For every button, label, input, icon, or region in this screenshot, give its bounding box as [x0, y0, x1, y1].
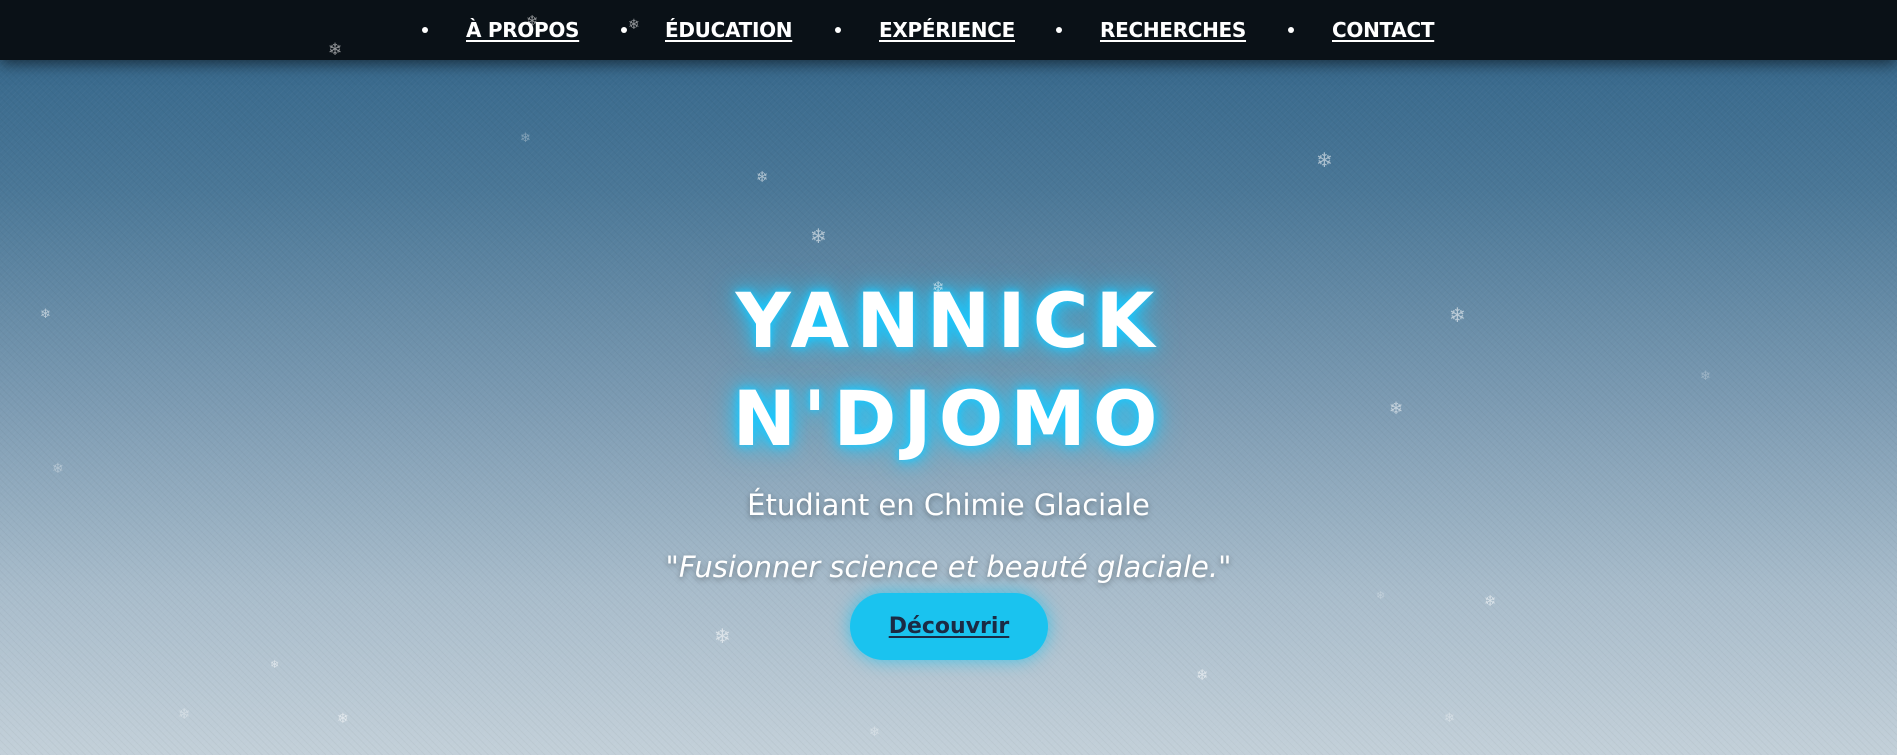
snowflake-icon: ❄: [1316, 148, 1333, 172]
snowflake-icon: ❄: [810, 224, 827, 248]
nav-bullet: [1056, 27, 1062, 33]
snowflake-icon: ❄: [1700, 369, 1711, 384]
snowflake-icon: ❄: [756, 168, 769, 186]
page: À PROPOS ÉDUCATION EXPÉRIENCE RECHERCHES…: [0, 0, 1897, 755]
hero-name-line2: N'DJOMO: [732, 374, 1165, 463]
snowflake-icon: ❄: [1196, 666, 1209, 684]
snowflake-icon: ❄: [1484, 592, 1497, 610]
hero-name: YANNICK N'DJOMO: [0, 272, 1897, 468]
nav-bullet: [422, 27, 428, 33]
nav-bullet: [621, 27, 627, 33]
snowflake-icon: ❄: [714, 624, 731, 648]
discover-button[interactable]: Découvrir: [850, 593, 1048, 660]
nav-link-a-propos[interactable]: À PROPOS: [466, 18, 579, 42]
snowflake-icon: ❄: [40, 307, 51, 322]
snowflake-icon: ❄: [178, 705, 191, 723]
nav-link-education[interactable]: ÉDUCATION: [665, 18, 793, 42]
hero-quote: "Fusionner science et beauté glaciale.": [665, 550, 1232, 584]
nav-link-experience[interactable]: EXPÉRIENCE: [879, 18, 1015, 42]
top-navbar: À PROPOS ÉDUCATION EXPÉRIENCE RECHERCHES…: [0, 0, 1897, 60]
snowflake-icon: ❄: [1449, 303, 1466, 327]
snowflake-icon: ❄: [869, 725, 880, 740]
hero-subtitle: Étudiant en Chimie Glaciale: [747, 488, 1150, 522]
snowflake-icon: ❄: [1444, 711, 1455, 726]
snowflake-icon: ❄: [1389, 399, 1404, 419]
snowflake-icon: ❄: [270, 658, 280, 671]
snowflake-icon: ❄: [932, 278, 945, 296]
nav-list: À PROPOS ÉDUCATION EXPÉRIENCE RECHERCHES…: [0, 0, 1897, 60]
snowflake-icon: ❄: [52, 461, 64, 477]
nav-link-recherches[interactable]: RECHERCHES: [1100, 18, 1246, 42]
snowflake-icon: ❄: [628, 17, 640, 33]
nav-link-contact[interactable]: CONTACT: [1332, 18, 1435, 42]
nav-bullet: [1288, 27, 1294, 33]
snowflake-icon: ❄: [520, 131, 531, 146]
snowflake-icon: ❄: [1376, 589, 1386, 602]
snowflake-icon: ❄: [337, 711, 349, 727]
snowflake-icon: ❄: [328, 40, 343, 60]
hero-name-line1: YANNICK: [735, 276, 1162, 365]
nav-bullet: [835, 27, 841, 33]
snowflake-icon: ❄: [526, 12, 539, 30]
